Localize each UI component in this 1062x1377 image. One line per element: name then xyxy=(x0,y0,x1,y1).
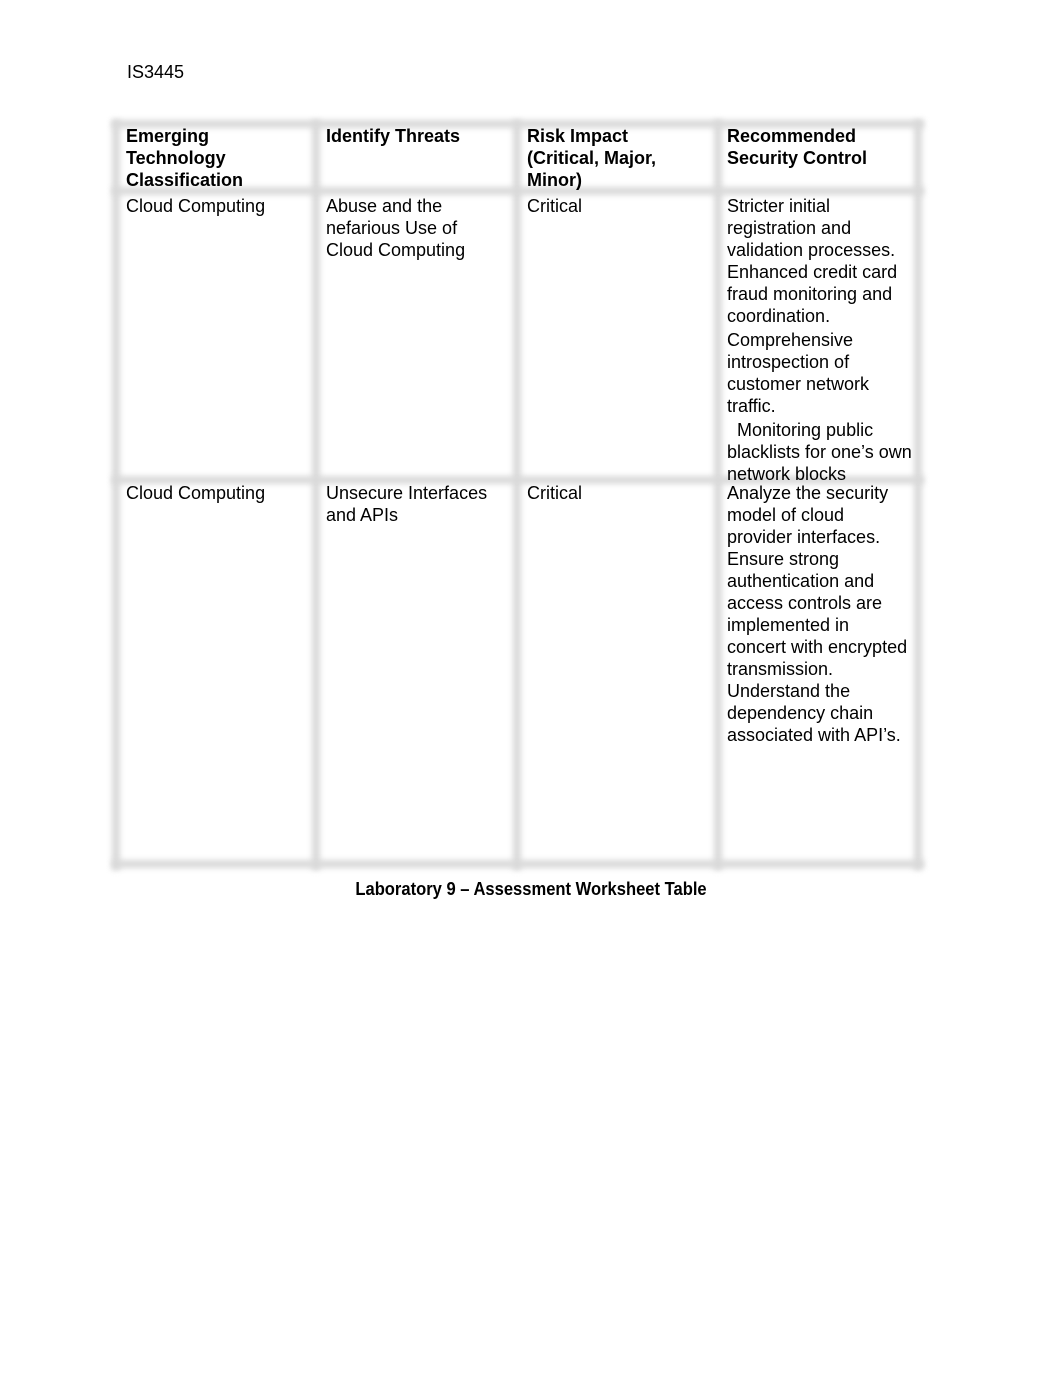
document-header-code: IS3445 xyxy=(127,62,185,82)
table-cell-threat: Unsecure Interfaces and APIs xyxy=(326,483,488,525)
table-cell-security-control: Analyze the security model of cloud prov… xyxy=(727,482,909,746)
table-cell-classification: Cloud Computing xyxy=(126,196,266,216)
table-cell-security-control: Stricter initial registration and valida… xyxy=(727,195,913,485)
table-cell-classification: Cloud Computing xyxy=(126,483,266,503)
table-caption: Laboratory 9 – Assessment Worksheet Tabl… xyxy=(355,879,707,899)
table-cell-risk-impact: Critical xyxy=(527,196,583,216)
control-paragraph: Comprehensive introspection of customer … xyxy=(727,330,870,416)
column-divider xyxy=(513,120,521,870)
table-cell-risk-impact: Critical xyxy=(527,483,583,503)
column-header-classification: Emerging Technology Classification xyxy=(126,126,244,190)
column-header-security-control: Recommended Security Control xyxy=(727,126,868,168)
column-divider xyxy=(714,120,722,870)
table-cell-threat: Abuse and the nefarious Use of Cloud Com… xyxy=(326,196,466,260)
control-paragraph: Analyze the security model of cloud prov… xyxy=(727,483,908,745)
control-paragraph: Monitoring public blacklists for one’s o… xyxy=(727,420,912,484)
control-paragraph: Stricter initial registration and valida… xyxy=(727,196,898,326)
table-border-left xyxy=(112,120,120,870)
column-divider xyxy=(312,120,320,870)
table-border-bottom xyxy=(112,860,924,868)
table-border-right xyxy=(914,120,922,870)
column-header-threats: Identify Threats xyxy=(326,126,461,146)
column-header-risk-impact: Risk Impact (Critical, Major, Minor) xyxy=(527,126,657,190)
assessment-worksheet-table: Emerging Technology Classification Ident… xyxy=(112,120,924,870)
